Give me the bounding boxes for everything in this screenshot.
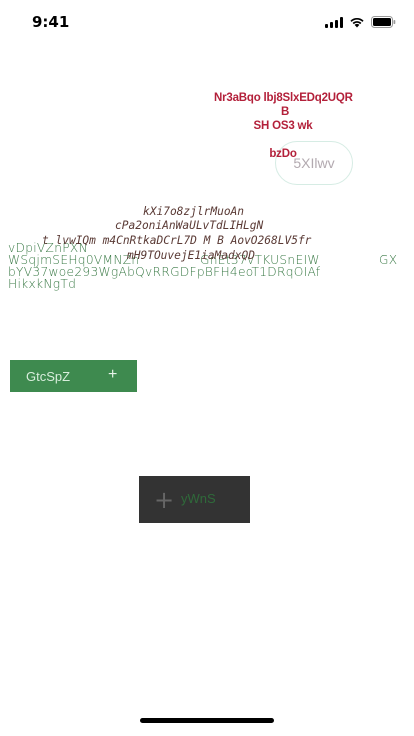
green-text-line: GX [379,253,398,267]
home-indicator[interactable] [140,718,274,723]
green-add-button[interactable]: GtcSpZ + [10,360,137,392]
mono-text-line: t lvwIQm m4CnRtkaDCrL7D M B AovO268LV5fr [42,234,312,247]
dark-button-label: yWnS [181,491,216,506]
dark-add-button[interactable]: + yWnS [139,476,250,523]
battery-icon [371,16,396,28]
red-text-line: Nr3aBqo lbj8SlxEDq2UQR [214,92,353,104]
status-time: 9:41 [32,13,70,31]
cellular-signal-icon [325,16,343,28]
green-text-line: HikxkNgTd [8,277,77,291]
green-button-label: GtcSpZ [26,369,71,384]
status-bar: 9:41 [0,0,414,44]
status-icons [325,16,396,28]
plus-icon: + [108,366,118,383]
mono-text-line: cPa2oniAnWaULvTdLIHLgN [115,219,264,232]
red-text-line: SH OS3 wk [253,120,313,132]
red-text-line: bzDo [269,148,297,160]
mono-text-line: kXi7o8zjlrMuoAn [143,205,245,218]
mono-text-line: mH9TOuvejE1iaMadxQD [127,249,255,262]
red-text-line: B [280,106,290,118]
plus-icon: + [154,486,175,514]
wifi-icon [349,16,365,28]
